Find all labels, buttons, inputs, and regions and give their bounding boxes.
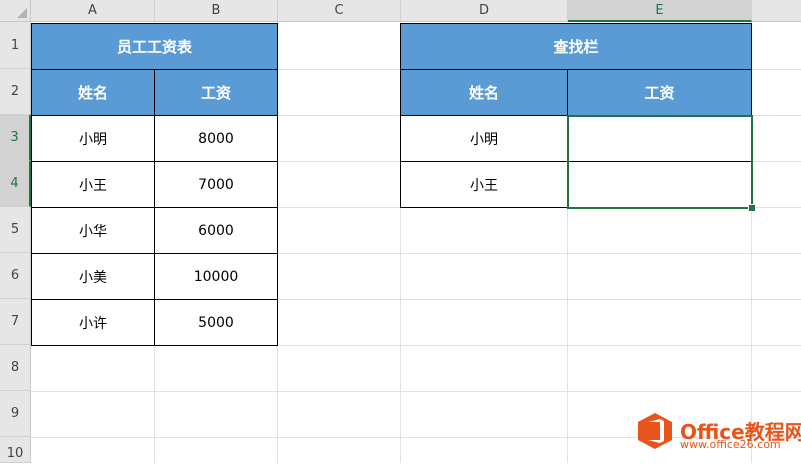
column-header-d[interactable]: D <box>401 0 568 22</box>
employee-salary-cell[interactable]: 6000 <box>154 207 278 254</box>
employee-salary-cell[interactable]: 7000 <box>154 161 278 208</box>
employee-name-cell[interactable]: 小美 <box>31 253 155 300</box>
employee-header-salary[interactable]: 工资 <box>154 69 278 116</box>
row-header-3[interactable]: 3 <box>0 115 31 161</box>
fill-handle[interactable] <box>748 204 756 212</box>
row-header-1[interactable]: 1 <box>0 22 31 69</box>
column-header-empty <box>752 0 801 22</box>
select-all-corner[interactable] <box>0 0 31 22</box>
gridline <box>31 391 801 392</box>
row-header-7[interactable]: 7 <box>0 299 31 345</box>
select-all-triangle-icon <box>17 8 27 18</box>
employee-name-cell[interactable]: 小明 <box>31 115 155 162</box>
lookup-name-cell[interactable]: 小王 <box>400 161 568 208</box>
selection-range[interactable] <box>567 115 753 209</box>
employee-name-cell[interactable]: 小王 <box>31 161 155 208</box>
row-header-10[interactable]: 10 <box>0 437 31 463</box>
row-header-6[interactable]: 6 <box>0 253 31 299</box>
employee-salary-cell[interactable]: 10000 <box>154 253 278 300</box>
row-header-2[interactable]: 2 <box>0 69 31 115</box>
row-header-4[interactable]: 4 <box>0 161 31 207</box>
lookup-header-name[interactable]: 姓名 <box>400 69 568 116</box>
lookup-table-title[interactable]: 查找栏 <box>400 23 752 70</box>
employee-header-name[interactable]: 姓名 <box>31 69 155 116</box>
row-header-9[interactable]: 9 <box>0 391 31 437</box>
employee-table-title[interactable]: 员工工资表 <box>31 23 278 70</box>
employee-salary-cell[interactable]: 8000 <box>154 115 278 162</box>
watermark-url: www.office26.com <box>680 438 781 451</box>
column-header-a[interactable]: A <box>31 0 155 22</box>
spreadsheet-grid[interactable]: A B C D E 1 2 3 4 5 6 7 8 9 10 员工工资表 姓名 … <box>0 0 801 463</box>
employee-name-cell[interactable]: 小华 <box>31 207 155 254</box>
column-header-b[interactable]: B <box>155 0 278 22</box>
lookup-header-salary[interactable]: 工资 <box>567 69 752 116</box>
employee-salary-cell[interactable]: 5000 <box>154 299 278 346</box>
lookup-name-cell[interactable]: 小明 <box>400 115 568 162</box>
employee-name-cell[interactable]: 小许 <box>31 299 155 346</box>
column-header-c[interactable]: C <box>278 0 401 22</box>
row-header-8[interactable]: 8 <box>0 345 31 391</box>
row-header-5[interactable]: 5 <box>0 207 31 253</box>
column-header-e[interactable]: E <box>568 0 752 22</box>
watermark-logo: Office教程网 www.office26.com <box>636 410 801 456</box>
office-logo-icon <box>638 413 672 449</box>
